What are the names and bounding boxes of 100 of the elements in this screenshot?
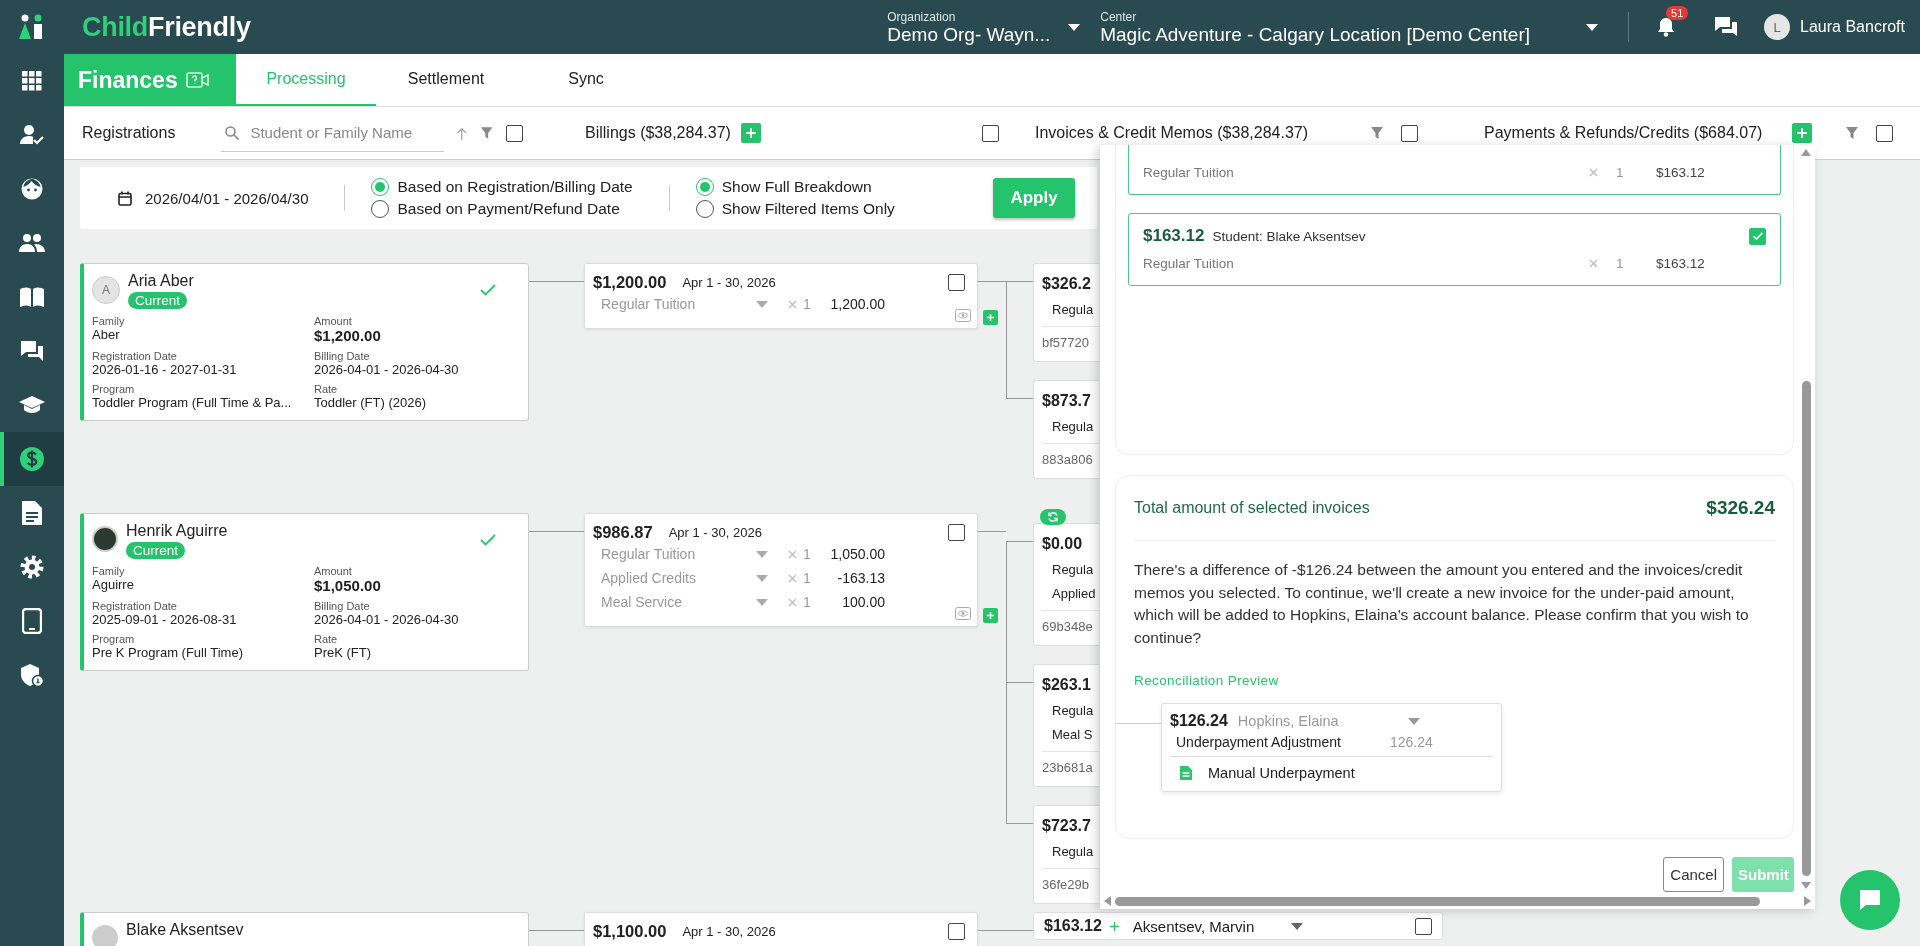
- line-amount: $163.12: [1656, 256, 1706, 271]
- line-item: Regula: [1051, 703, 1095, 718]
- center-label: Center: [1100, 9, 1138, 24]
- radio-label[interactable]: Based on Payment/Refund Date: [397, 200, 620, 218]
- plus-icon: [744, 127, 757, 139]
- plus-icon: [1109, 921, 1119, 931]
- field-label: Rate: [314, 383, 339, 395]
- billing-amount: $1,100.00: [593, 921, 667, 941]
- selected-invoice-card[interactable]: $163.12 Student: Blake Aksentsev Regular Tuition 1 $163.12: [1128, 213, 1781, 286]
- sidebar-item[interactable]: [0, 432, 64, 486]
- field-label: Registration Date: [92, 600, 178, 612]
- chat-icon: [20, 340, 44, 362]
- multiply-icon: [788, 597, 797, 607]
- invoice-card[interactable]: $263.1 Regula Meal S 23b681a: [1033, 664, 1099, 787]
- filter-icon[interactable]: [481, 127, 493, 139]
- radio-button[interactable]: [695, 178, 714, 196]
- dialog-button[interactable]: Cancel: [1663, 857, 1724, 892]
- field-label: Program: [92, 633, 136, 645]
- student-label: Student: Blake Aksentsev: [1212, 228, 1366, 244]
- billing-card[interactable]: $986.87 Apr 1 - 30, 2026 Regular Tuition 1 1,050.00 Applied Credits 1 -163.13 Meal Service 1 100.00: [584, 513, 978, 627]
- date-range[interactable]: 2026/04/01 - 2026/04/30: [145, 189, 309, 207]
- billing-card[interactable]: $1,100.00 Apr 1 - 30, 2026: [584, 912, 978, 946]
- invoice-card[interactable]: $723.7 Regula 36fe29b: [1033, 805, 1099, 904]
- radio-button[interactable]: [371, 200, 390, 218]
- checkbox[interactable]: [506, 124, 523, 142]
- plus-icon: [986, 313, 995, 322]
- organization-selector[interactable]: Demo Org- Wayn...: [887, 23, 1051, 45]
- field-value: 2026-04-01 - 2026-04-30: [314, 612, 460, 627]
- radio-label[interactable]: Show Full Breakdown: [721, 178, 872, 196]
- field-label: Amount: [314, 315, 353, 327]
- billing-card[interactable]: $1,200.00 Apr 1 - 30, 2026 Regular Tuition 1 1,200.00: [584, 263, 978, 329]
- calendar-icon[interactable]: [118, 190, 132, 206]
- search-field[interactable]: Student or Family Name: [248, 123, 443, 142]
- people-icon: [19, 233, 45, 253]
- document-icon: [1180, 766, 1192, 780]
- total-amount: $326.24: [1706, 497, 1775, 519]
- caret-icon[interactable]: [1068, 23, 1081, 31]
- student-name: Henrik Aguirre: [126, 522, 228, 540]
- field-label: Rate: [314, 633, 339, 645]
- invoice-amount: $163.12: [1044, 917, 1102, 935]
- radio-label[interactable]: Based on Registration/Billing Date: [397, 178, 633, 196]
- radio-button[interactable]: [695, 200, 714, 218]
- field-value: 2026-04-01 - 2026-04-30: [314, 362, 460, 377]
- checkbox[interactable]: [948, 273, 965, 291]
- registration-card[interactable]: Henrik Aguirre Current Family Aguirre Amount $1,050.00 Registration Date 2025-09-01 - 2026-08-31 Billing Date 2026-04-01 - 2026-04-30 Program Pre K Program (Full Time) Rate PreK (FT): [80, 513, 529, 671]
- tab[interactable]: Settlement: [376, 54, 516, 106]
- checkbox[interactable]: [1415, 917, 1432, 935]
- line-amount: 126.24: [1390, 734, 1433, 750]
- invoice-reference: 69b348e: [1042, 610, 1099, 634]
- caret-icon[interactable]: [1290, 922, 1303, 930]
- tab[interactable]: Sync: [516, 54, 656, 106]
- line-item: Regula: [1051, 419, 1095, 434]
- multiply-icon: [788, 549, 797, 559]
- line-item: Applied Credits: [601, 570, 697, 586]
- invoice-card[interactable]: $326.2 Regula bf57720: [1033, 263, 1099, 362]
- organization-label: Organization: [887, 9, 957, 24]
- filter-icon[interactable]: [1371, 127, 1383, 139]
- filter-icon[interactable]: [1846, 127, 1858, 139]
- invoice-card[interactable]: $163.12 Aksentsev, Marvin: [1033, 912, 1443, 940]
- face-icon: [20, 177, 44, 201]
- search-icon: [225, 125, 240, 140]
- line-amount: 100.00: [841, 594, 885, 610]
- chat-icon[interactable]: [1715, 17, 1738, 37]
- multiply-icon: [788, 573, 797, 583]
- notification-bell-icon[interactable]: [1657, 17, 1676, 37]
- center-selector[interactable]: Magic Adventure - Calgary Location [Demo Center]: [1100, 23, 1531, 45]
- caret-icon[interactable]: [1586, 23, 1599, 31]
- invoice-card[interactable]: $873.7 Regula 883a806: [1033, 380, 1099, 479]
- quantity: 1: [1616, 165, 1625, 180]
- invoice-card[interactable]: $0.00 Regula Applied 69b348e: [1033, 523, 1099, 646]
- radio-button[interactable]: [371, 178, 390, 196]
- field-value: 2025-09-01 - 2026-08-31: [92, 612, 238, 627]
- selected-invoice-card[interactable]: Regular Tuition 1 $163.12: [1128, 145, 1781, 195]
- checkbox[interactable]: [1749, 227, 1766, 245]
- field-label: Billing Date: [314, 350, 371, 362]
- registration-card[interactable]: A Aria Aber Current Family Aber Amount $1,200.00 Registration Date 2026-01-16 - 2027-01-31 Billing Date 2026-04-01 - 2026-04-30 Program Toddler Program (Full Time & Pa... Rate Toddler (FT) (2026): [80, 263, 529, 421]
- field-value: Pre K Program (Full Time): [92, 645, 244, 660]
- radio-label[interactable]: Show Filtered Items Only: [721, 200, 895, 218]
- plus-icon: [1796, 127, 1808, 139]
- line-item: Underpayment Adjustment: [1176, 734, 1342, 750]
- registration-card[interactable]: Blake Aksentsev: [80, 912, 529, 946]
- billing-amount: $986.87: [593, 522, 653, 542]
- checkbox[interactable]: [948, 523, 965, 541]
- field-value: Aber: [92, 327, 121, 342]
- checkbox[interactable]: [1876, 124, 1893, 142]
- quantity: 1: [1616, 256, 1625, 271]
- invoice-reference: 23b681a: [1042, 751, 1099, 775]
- field-value: PreK (FT): [314, 645, 373, 660]
- line-item: Regular Tuition: [601, 296, 697, 312]
- field-value: Toddler Program (Full Time & Pa...: [92, 395, 293, 410]
- user-avatar[interactable]: L: [1764, 14, 1791, 40]
- invoice-amount: $723.7: [1042, 817, 1092, 835]
- checkbox[interactable]: [982, 124, 999, 142]
- settings-icon: [20, 555, 44, 579]
- field-value: Toddler (FT) (2026): [314, 395, 427, 410]
- checkbox[interactable]: [948, 922, 965, 940]
- user-name[interactable]: Laura Bancroft: [1800, 18, 1905, 36]
- payer-selector[interactable]: Aksentsev, Marvin: [1132, 917, 1283, 935]
- invoice-amount: $873.7: [1042, 392, 1092, 410]
- checkbox[interactable]: [1401, 124, 1418, 142]
